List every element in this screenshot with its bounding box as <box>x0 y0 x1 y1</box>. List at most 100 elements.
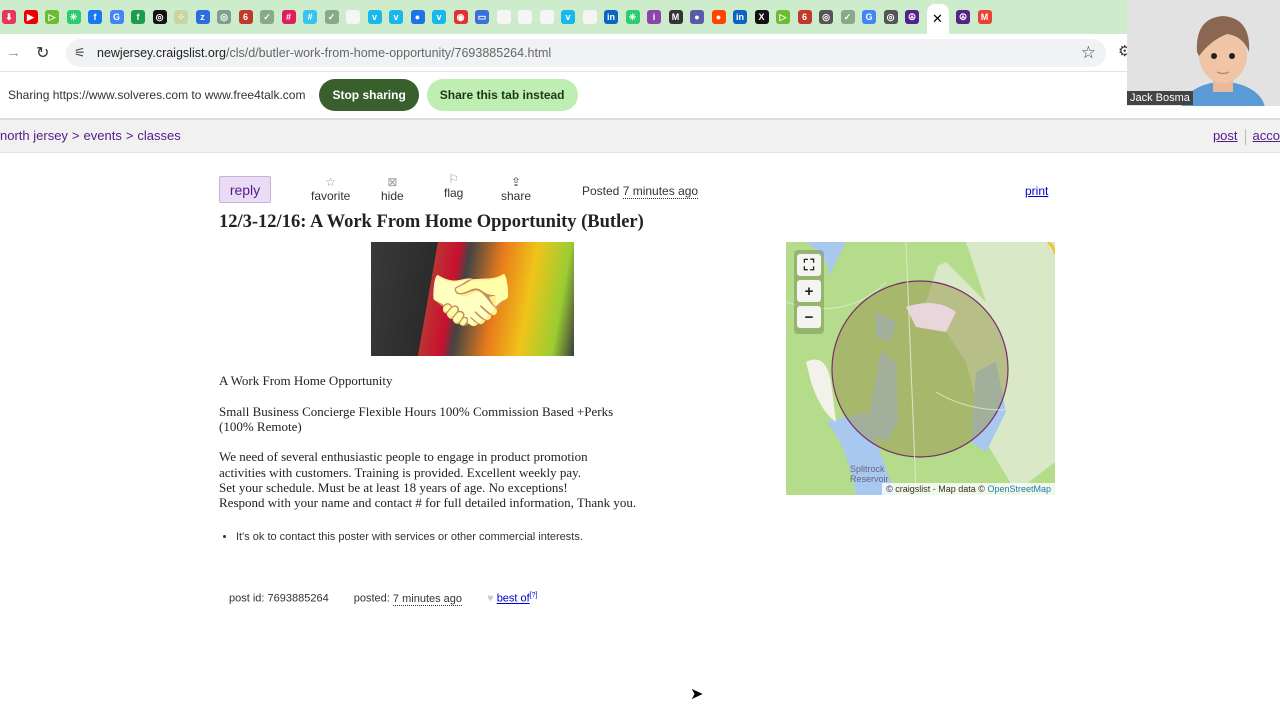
flag-button[interactable]: ⚐ flag <box>444 173 463 201</box>
blank-icon[interactable] <box>539 10 554 24</box>
post-id: post id: 7693885264 <box>229 592 329 605</box>
blue-circle-icon[interactable]: ● <box>410 10 425 24</box>
site-info-icon[interactable]: ⚟ <box>74 45 86 61</box>
body-line: Respond with your name and contact # for… <box>219 495 637 511</box>
fullscreen-icon[interactable]: ⛶ <box>797 254 821 276</box>
post-image[interactable]: 🤝 <box>371 242 574 356</box>
body-line: We need of several enthusiastic people t… <box>219 449 588 465</box>
favorite-button[interactable]: ☆ favorite <box>311 175 351 204</box>
breadcrumb-bar: north jersey > events > classes post acco <box>0 118 1280 153</box>
gmail-icon[interactable]: M <box>668 10 683 24</box>
peace-icon[interactable]: ☮ <box>956 10 970 24</box>
vimeo-icon[interactable]: v <box>561 10 575 24</box>
breadcrumb-classes[interactable]: classes <box>137 128 180 143</box>
active-tab-close-icon[interactable]: ✕ <box>926 4 949 34</box>
map-controls: ⛶ + − <box>794 250 824 334</box>
top-links: post acco <box>1213 128 1280 145</box>
linkedin-icon[interactable]: in <box>733 10 747 24</box>
best-of-help[interactable]: [?] <box>530 592 538 599</box>
google-icon[interactable]: G <box>862 10 876 24</box>
post-title: 12/3-12/16: A Work From Home Opportunity… <box>219 212 644 232</box>
sharing-text: Sharing https://www.solveres.com to www.… <box>8 88 306 102</box>
asterisk-icon[interactable]: ✳ <box>66 10 81 24</box>
openai-icon[interactable]: ◎ <box>152 10 167 24</box>
print-link[interactable]: print <box>1025 184 1048 198</box>
vimeo-icon[interactable]: v <box>367 10 382 24</box>
account-link[interactable]: acco <box>1253 128 1280 143</box>
zoom-out-icon[interactable]: − <box>797 306 821 328</box>
check-icon[interactable]: ✓ <box>840 10 855 24</box>
share-this-tab-button[interactable]: Share this tab instead <box>426 79 578 111</box>
star-icon: ☆ <box>325 175 337 189</box>
check-icon[interactable]: ✓ <box>260 10 274 24</box>
posted-date: Posted 7 minutes ago <box>582 184 699 199</box>
chrome-icon[interactable]: ◎ <box>819 10 833 24</box>
post-link[interactable]: post <box>1213 128 1238 143</box>
check-icon[interactable]: ✓ <box>324 10 339 24</box>
divider <box>1244 128 1246 145</box>
badge-625-icon[interactable]: 6 <box>797 10 812 24</box>
webcam-overlay: Jack Bosma <box>1127 0 1280 106</box>
body-paragraph: We need of several enthusiastic people t… <box>219 449 679 510</box>
chrome-icon[interactable]: ◎ <box>883 10 898 24</box>
gmail-icon[interactable]: M <box>977 10 992 24</box>
reddit-icon[interactable]: ● <box>711 10 726 24</box>
hide-button[interactable]: ⊠ hide <box>381 176 404 204</box>
google-icon[interactable]: G <box>109 10 124 24</box>
heart-icon: ♥ <box>487 592 494 605</box>
linkedin-icon[interactable]: in <box>604 10 618 24</box>
stop-sharing-button[interactable]: Stop sharing <box>319 79 419 111</box>
map[interactable]: ⛶ + − Splitrock Reservoir © craigslist - … <box>786 242 1055 495</box>
breadcrumb-events[interactable]: events <box>84 128 122 143</box>
map-attribution: © craigslist - Map data © OpenStreetMap <box>882 483 1055 495</box>
posted-time: 7 minutes ago <box>392 592 463 606</box>
zoom-in-icon[interactable]: + <box>797 280 821 302</box>
body-paragraph: A Work From Home Opportunity <box>219 373 679 388</box>
rumble-icon[interactable]: ▷ <box>45 10 59 24</box>
bookmark-star-icon[interactable]: ☆ <box>1081 43 1096 63</box>
reply-button[interactable]: reply <box>219 176 271 203</box>
notice-item: It's ok to contact this poster with serv… <box>236 531 583 543</box>
vimeo-icon[interactable]: v <box>432 10 446 24</box>
green-circle-icon[interactable]: f <box>131 10 145 24</box>
record-icon[interactable]: ◉ <box>453 10 468 24</box>
blank-icon[interactable] <box>346 10 360 24</box>
chatgpt-icon[interactable]: ◎ <box>217 10 231 24</box>
vimeo-icon[interactable]: v <box>389 10 403 24</box>
peace-icon[interactable]: ☮ <box>905 10 919 24</box>
map-place-label: Splitrock Reservoir <box>850 464 889 484</box>
post-body: A Work From Home Opportunity Small Busine… <box>219 373 679 526</box>
zoom-icon[interactable]: z <box>195 10 210 24</box>
generic-icon[interactable]: ● <box>690 10 704 24</box>
openstreetmap-link[interactable]: OpenStreetMap <box>987 484 1051 494</box>
hide-label: hide <box>381 189 404 203</box>
pocket-icon[interactable]: ⬇ <box>2 10 16 24</box>
screen-icon[interactable]: ▭ <box>475 10 489 24</box>
dots-icon[interactable]: ⁘ <box>174 10 188 24</box>
handshake-image: 🤝 <box>427 261 515 339</box>
body-line: A Work From Home Opportunity <box>219 373 393 388</box>
blank-icon[interactable] <box>496 10 511 24</box>
rumble-icon[interactable]: ▷ <box>776 10 790 24</box>
youtube-icon[interactable]: ▶ <box>23 10 38 24</box>
url-input[interactable]: ⚟ newjersey.craigslist.org/cls/d/butler-… <box>66 39 1106 67</box>
breadcrumb-separator: > <box>125 128 134 143</box>
breadcrumb-north-jersey[interactable]: north jersey <box>0 128 68 143</box>
best-of-link[interactable]: best of <box>497 593 530 605</box>
share-button[interactable]: ⇪ share <box>501 176 532 204</box>
favorite-label: favorite <box>311 189 351 203</box>
body-line: Set your schedule. Must be at least 18 y… <box>219 480 568 496</box>
blank-icon[interactable] <box>518 10 532 24</box>
body-line: (100% Remote) <box>219 418 302 434</box>
reload-icon[interactable]: ↻ <box>36 43 49 63</box>
facebook-icon[interactable]: f <box>88 10 102 24</box>
slack-icon[interactable]: # <box>281 10 296 24</box>
blank-icon[interactable] <box>582 10 597 24</box>
slack-icon[interactable]: # <box>303 10 317 24</box>
info-icon[interactable]: i <box>647 10 661 24</box>
share-label: share <box>501 189 532 203</box>
asterisk-icon[interactable]: ✳ <box>625 10 640 24</box>
x-icon[interactable]: X <box>754 10 769 24</box>
forward-icon[interactable]: → <box>6 44 21 61</box>
badge-625-icon[interactable]: 6 <box>238 10 253 24</box>
